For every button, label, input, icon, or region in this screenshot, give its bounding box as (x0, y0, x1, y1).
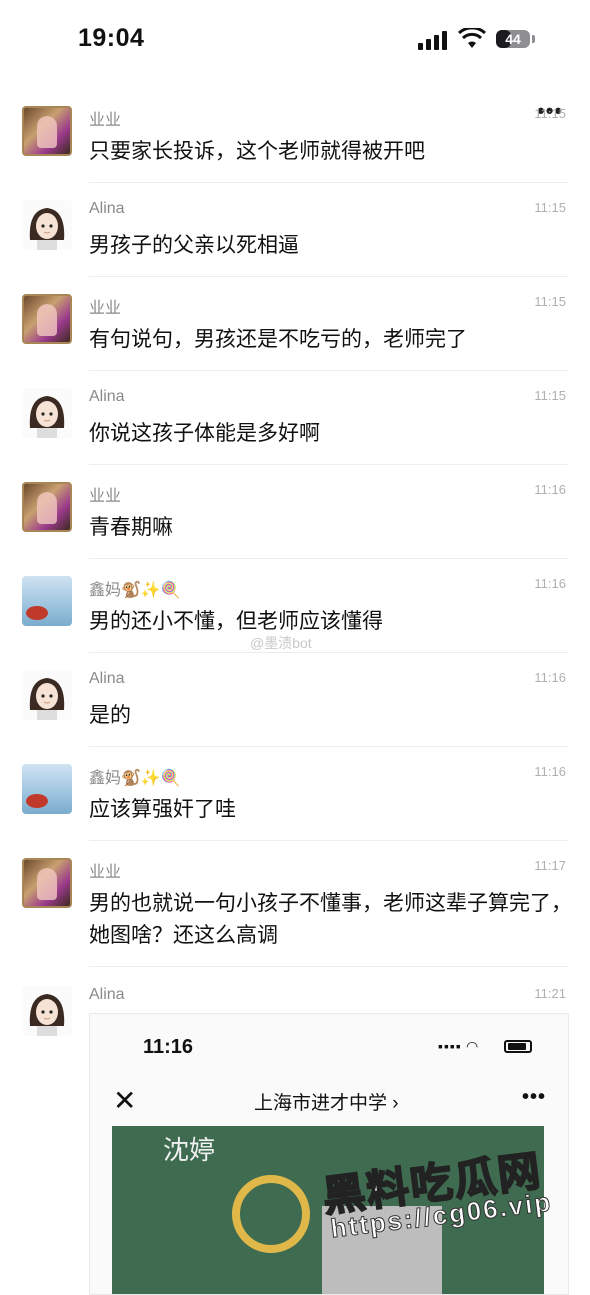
card-signal-wifi-icon: ▪▪▪▪ ◠ (438, 1038, 479, 1054)
watermark-logo-icon (232, 1175, 310, 1253)
sender-name: 鑫妈🐒✨🍭 (89, 770, 181, 787)
sender-name: 业业 (89, 864, 122, 881)
battery-cap (532, 35, 535, 43)
card-title: 上海市进才中学 › (254, 1093, 399, 1114)
avatar[interactable] (22, 670, 72, 720)
sender-name: 鑫妈🐒✨🍭 (89, 582, 181, 599)
message-time: 11:17 (534, 858, 566, 873)
message-text[interactable]: 男的也就说一句小孩子不懂事，老师这辈子算完了，她图啥？还这么高调 (89, 888, 574, 952)
cellular-signal-icon (418, 30, 450, 50)
message-text[interactable]: 你说这孩子体能是多好啊 (89, 418, 574, 450)
message-divider (89, 652, 568, 653)
avatar[interactable] (22, 576, 72, 626)
status-bar: 19:04 44 (0, 0, 590, 80)
sender-name: Alina (89, 670, 125, 687)
message-time: 11:15 (534, 388, 566, 403)
avatar[interactable] (22, 764, 72, 814)
message-divider (89, 464, 568, 465)
message-text[interactable]: 有句说句，男孩还是不吃亏的，老师完了 (89, 324, 574, 356)
sender-name: 业业 (89, 300, 122, 317)
message-text[interactable]: 男的还小不懂，但老师应该懂得 (89, 606, 574, 638)
card-status-time: 11:16 (143, 1036, 194, 1058)
message-text[interactable]: 应该算强奸了哇 (89, 794, 574, 826)
message-time: 11:16 (534, 576, 566, 591)
message-time: 11:15 (534, 106, 566, 121)
message-divider (89, 966, 568, 967)
avatar[interactable] (22, 200, 72, 250)
message-text[interactable]: 男孩子的父亲以死相逼 (89, 230, 574, 262)
card-battery-icon (504, 1040, 532, 1053)
message-divider (89, 276, 568, 277)
avatar[interactable] (22, 482, 72, 532)
sender-name: Alina (89, 388, 125, 405)
message-divider (89, 840, 568, 841)
message-time: 11:16 (534, 764, 566, 779)
card-more-icon: ••• (522, 1086, 547, 1108)
message-time: 11:21 (534, 986, 566, 1001)
message-text[interactable]: 只要家长投诉，这个老师就得被开吧 (89, 136, 574, 168)
sender-name: 业业 (89, 112, 122, 129)
message-time: 11:16 (534, 482, 566, 497)
board-name-label: 沈婷 (163, 1135, 216, 1165)
message-divider (89, 182, 568, 183)
message-divider (89, 558, 568, 559)
sender-name: Alina (89, 200, 125, 217)
message-time: 11:15 (534, 200, 566, 215)
weibo-watermark: @墨渍bot (250, 635, 312, 651)
avatar[interactable] (22, 986, 72, 1036)
message-text[interactable]: 是的 (89, 700, 574, 732)
message-time: 11:15 (534, 294, 566, 309)
wifi-icon (457, 26, 487, 55)
avatar[interactable] (22, 106, 72, 156)
message-time: 11:16 (534, 670, 566, 685)
message-divider (89, 746, 568, 747)
message-text[interactable]: 青春期嘛 (89, 512, 574, 544)
message-divider (89, 370, 568, 371)
sender-name: 业业 (89, 488, 122, 505)
battery-level: 44 (505, 31, 521, 47)
status-time: 19:04 (78, 24, 145, 52)
avatar[interactable] (22, 294, 72, 344)
close-icon: ✕ (113, 1085, 137, 1116)
sender-name: Alina (89, 986, 125, 1003)
avatar[interactable] (22, 388, 72, 438)
battery-icon: 44 (496, 30, 530, 48)
avatar[interactable] (22, 858, 72, 908)
